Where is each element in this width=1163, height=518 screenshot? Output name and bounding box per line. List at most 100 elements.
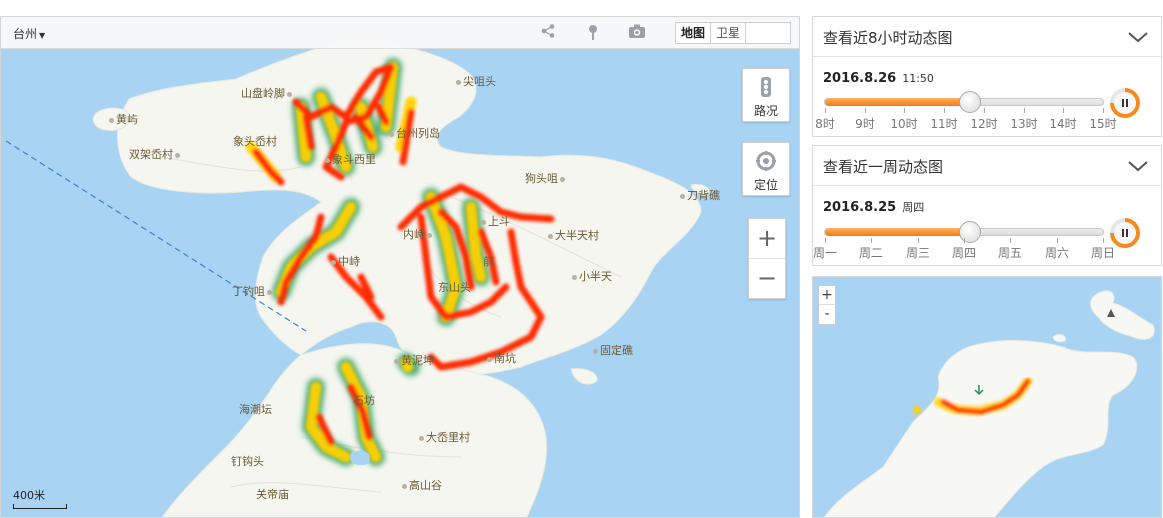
place-label: 小半天 xyxy=(570,268,612,284)
place-label: 前 xyxy=(483,255,494,268)
tick-mark xyxy=(918,238,919,243)
place-label: 台州列岛 xyxy=(387,125,440,141)
tick-mark xyxy=(871,238,872,243)
tick-label: 周日 xyxy=(1090,246,1116,260)
week-dateline: 2016.8.25 周四 xyxy=(823,196,924,215)
pause-icon xyxy=(1114,92,1136,114)
locate-button[interactable]: 定位 xyxy=(742,142,790,196)
tick-label: 周四 xyxy=(951,246,977,260)
place-label: 关帝庙 xyxy=(256,488,289,501)
tick-mark xyxy=(904,108,905,113)
week-pause-button[interactable] xyxy=(1110,218,1140,248)
chevron-down-icon[interactable] xyxy=(1127,158,1149,174)
place-label: 固定礁 xyxy=(591,342,633,358)
place-label: 丁钓咀 xyxy=(232,283,274,299)
city-selector[interactable]: 台州 ▼ xyxy=(13,25,45,42)
place-label: 黄屿 xyxy=(107,111,138,127)
island-land xyxy=(92,39,710,517)
place-label: 南坑 xyxy=(485,350,516,366)
hours-panel: 查看近8小时动态图 2016.8.26 11:50 8时 9时 10时 11时 1… xyxy=(812,16,1162,137)
hours-time: 11:50 xyxy=(902,72,934,85)
minimap-zoom-in-button[interactable]: + xyxy=(819,286,835,305)
tick-mark xyxy=(984,108,985,113)
traffic-button[interactable]: 路况 xyxy=(742,68,790,122)
tick-label: 周一 xyxy=(812,246,838,260)
place-label: 大岙里村 xyxy=(417,429,470,445)
tick-mark xyxy=(1063,108,1064,113)
tick-mark xyxy=(825,238,826,243)
place-label: 上斗 xyxy=(479,213,510,229)
traffic-label: 路况 xyxy=(753,104,778,118)
week-panel: 查看近一周动态图 2016.8.25 周四 周一 周二 周三 周四 周五 周六 周… xyxy=(812,145,1162,266)
hours-slider-fill xyxy=(825,98,970,106)
tick-mark xyxy=(1024,108,1025,113)
tick-mark xyxy=(865,108,866,113)
week-slider[interactable] xyxy=(824,221,1104,243)
week-date: 2016.8.25 xyxy=(823,200,897,215)
week-panel-header[interactable]: 查看近一周动态图 xyxy=(813,146,1161,186)
hours-date: 2016.8.26 xyxy=(823,71,897,86)
locate-label: 定位 xyxy=(753,178,778,192)
week-panel-title: 查看近一周动态图 xyxy=(823,158,944,176)
place-label: 中峙 xyxy=(329,253,360,269)
zoom-in-button[interactable]: + xyxy=(749,219,785,259)
minimap-zoom-out-button[interactable]: - xyxy=(819,305,835,324)
share-icon[interactable] xyxy=(537,23,559,43)
tick-label: 周二 xyxy=(858,246,884,260)
tick-label: 9时 xyxy=(855,117,875,131)
place-label: 双架岙村 xyxy=(129,146,182,162)
place-label: 狗头咀 xyxy=(525,170,567,186)
tick-label: 14时 xyxy=(1049,117,1077,131)
chevron-down-icon: ▼ xyxy=(39,31,46,40)
tick-mark xyxy=(1103,238,1104,243)
tick-label: 8时 xyxy=(815,117,835,131)
tick-mark xyxy=(944,108,945,113)
map-type-satellite[interactable]: 卫星 xyxy=(711,23,747,43)
place-label: 象斗西里 xyxy=(323,151,376,167)
chevron-down-icon[interactable] xyxy=(1127,29,1149,45)
overview-minimap[interactable]: + - xyxy=(812,276,1162,518)
tick-label: 12时 xyxy=(970,117,998,131)
map-type-map[interactable]: 地图 xyxy=(676,23,712,43)
place-label: 象头岙村 xyxy=(233,135,277,148)
place-label: 尖咀头 xyxy=(454,73,496,89)
map-canvas xyxy=(5,39,710,517)
place-label: 东山头 xyxy=(438,281,471,294)
tick-mark xyxy=(1103,108,1104,113)
camera-icon[interactable] xyxy=(626,23,648,43)
location-pin-icon[interactable] xyxy=(582,23,604,43)
week-slider-fill xyxy=(825,228,970,236)
place-label: 内峙 xyxy=(403,226,434,242)
map-type-switch: 地图 卫星 xyxy=(675,22,791,44)
tick-label: 11时 xyxy=(930,117,958,131)
pause-icon xyxy=(1114,222,1136,244)
hours-slider[interactable] xyxy=(824,91,1104,113)
hours-pause-button[interactable] xyxy=(1110,88,1140,118)
scale-label: 400米 xyxy=(13,489,45,502)
place-label: 石坊 xyxy=(353,394,375,407)
tick-label: 13时 xyxy=(1010,117,1038,131)
week-day: 周四 xyxy=(902,201,925,214)
scale-bar: 400米 xyxy=(13,487,67,509)
minimap-canvas xyxy=(823,290,1155,517)
hours-panel-header[interactable]: 查看近8小时动态图 xyxy=(813,17,1161,57)
minimap-zoom-control: + - xyxy=(818,285,836,325)
main-map[interactable]: 台州 ▼ 地图 卫星 路况 定位 + − 尖咀头 山盘岭脚 黄屿 象头岙村 台州… xyxy=(0,16,800,518)
place-label: 海潮坛 xyxy=(239,403,272,416)
tick-label: 周五 xyxy=(997,246,1023,260)
place-label: 高山谷 xyxy=(400,477,442,493)
zoom-out-button[interactable]: − xyxy=(749,259,785,299)
tick-label: 周六 xyxy=(1044,246,1070,260)
tick-mark xyxy=(825,108,826,113)
tick-mark xyxy=(1010,238,1011,243)
place-label: 山盘岭脚 xyxy=(241,85,294,101)
zoom-control: + − xyxy=(748,218,786,299)
place-label: 大半天村 xyxy=(546,227,599,243)
city-name: 台州 xyxy=(13,27,38,41)
map-toolbar: 台州 ▼ 地图 卫星 xyxy=(1,17,799,49)
tick-mark xyxy=(1057,238,1058,243)
tick-label: 10时 xyxy=(890,117,918,131)
place-label: 黄泥坤 xyxy=(392,352,434,368)
tick-label: 15时 xyxy=(1089,117,1117,131)
hours-dateline: 2016.8.26 11:50 xyxy=(823,67,934,86)
